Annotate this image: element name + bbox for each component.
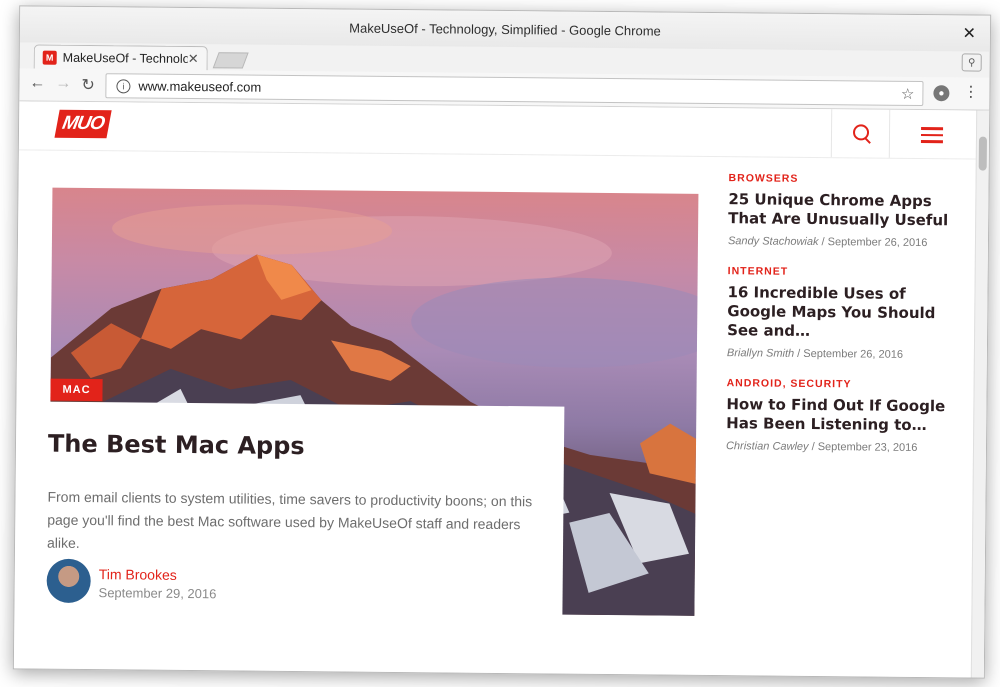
page-content: MUO MAC The Best Mac Apps From email cli… xyxy=(13,101,990,678)
author-avatar[interactable] xyxy=(46,558,91,604)
address-bar[interactable]: i www.makeuseof.com ☆ xyxy=(105,73,924,107)
article-meta: Sandy Stachowiak / September 26, 2016 xyxy=(728,235,958,249)
url-text[interactable]: www.makeuseof.com xyxy=(138,78,901,100)
extension-icon[interactable]: ● xyxy=(933,85,950,102)
site-info-icon[interactable]: i xyxy=(116,78,131,93)
browser-window: MakeUseOf - Technology, Simplified - Goo… xyxy=(12,5,992,679)
scrollbar-thumb[interactable] xyxy=(978,136,987,171)
article-author[interactable]: Christian Cawley xyxy=(726,440,809,453)
new-tab-button[interactable] xyxy=(212,52,249,69)
sidebar-article-title[interactable]: How to Find Out If Google Has Been Liste… xyxy=(726,395,956,435)
category-link[interactable]: SECURITY xyxy=(790,378,851,391)
featured-category-badge[interactable]: MAC xyxy=(50,378,103,402)
category-separator: , xyxy=(782,377,791,390)
header-divider xyxy=(888,109,891,158)
sidebar-article-item: ANDROID, SECURITY How to Find Out If Goo… xyxy=(726,377,957,454)
forward-arrow-icon[interactable]: → xyxy=(55,75,71,93)
category-link[interactable]: INTERNET xyxy=(728,265,789,278)
site-header: MUO xyxy=(18,101,990,160)
reload-icon[interactable]: ↻ xyxy=(81,75,95,95)
sidebar-article-item: INTERNET 16 Incredible Uses of Google Ma… xyxy=(727,265,958,361)
tab-title: MakeUseOf - Technology, Simplified xyxy=(62,50,188,66)
window-close-icon[interactable]: ✕ xyxy=(962,23,976,43)
chrome-menu-icon[interactable]: ⋮ xyxy=(963,82,978,100)
profile-icon[interactable]: ⚲ xyxy=(961,53,982,72)
article-date: September 26, 2016 xyxy=(827,236,928,250)
article-category: ANDROID, SECURITY xyxy=(727,377,957,391)
article-meta: Christian Cawley / September 23, 2016 xyxy=(726,440,956,454)
search-icon[interactable] xyxy=(852,124,870,141)
bookmark-star-icon[interactable]: ☆ xyxy=(901,84,915,102)
article-author[interactable]: Briallyn Smith xyxy=(727,347,794,360)
makeuseof-logo[interactable]: MUO xyxy=(54,109,112,139)
article-date: September 23, 2016 xyxy=(817,441,918,454)
category-link[interactable]: ANDROID xyxy=(727,377,783,390)
tab-makeuseof[interactable]: M MakeUseOf - Technology, Simplified ✕ xyxy=(33,44,208,72)
back-arrow-icon[interactable]: ← xyxy=(29,74,45,92)
featured-author-name[interactable]: Tim Brookes xyxy=(99,566,177,583)
sidebar-article-item: BROWSERS 25 Unique Chrome Apps That Are … xyxy=(728,172,959,249)
featured-article-title[interactable]: The Best Mac Apps xyxy=(48,430,305,460)
article-category: INTERNET xyxy=(728,265,958,279)
article-meta: Briallyn Smith / September 26, 2016 xyxy=(727,347,957,361)
window-title: MakeUseOf - Technology, Simplified - Goo… xyxy=(349,20,661,39)
hamburger-menu-icon[interactable] xyxy=(920,127,944,143)
makeuseof-favicon-icon: M xyxy=(42,50,57,65)
featured-article-date: September 29, 2016 xyxy=(98,585,217,602)
sidebar-article-title[interactable]: 16 Incredible Uses of Google Maps You Sh… xyxy=(727,283,958,342)
sidebar-article-list: BROWSERS 25 Unique Chrome Apps That Are … xyxy=(726,172,959,472)
category-link[interactable]: BROWSERS xyxy=(729,172,799,185)
sidebar-article-title[interactable]: 25 Unique Chrome Apps That Are Unusually… xyxy=(728,190,958,230)
article-author[interactable]: Sandy Stachowiak xyxy=(728,235,819,248)
page-scrollbar[interactable] xyxy=(970,110,990,678)
featured-article-description: From email clients to system utilities, … xyxy=(46,488,533,551)
article-category: BROWSERS xyxy=(729,172,959,186)
article-date: September 26, 2016 xyxy=(803,347,904,361)
featured-article-card: The Best Mac Apps From email clients to … xyxy=(28,401,565,617)
tab-close-icon[interactable]: ✕ xyxy=(188,51,199,67)
header-divider xyxy=(830,109,833,158)
